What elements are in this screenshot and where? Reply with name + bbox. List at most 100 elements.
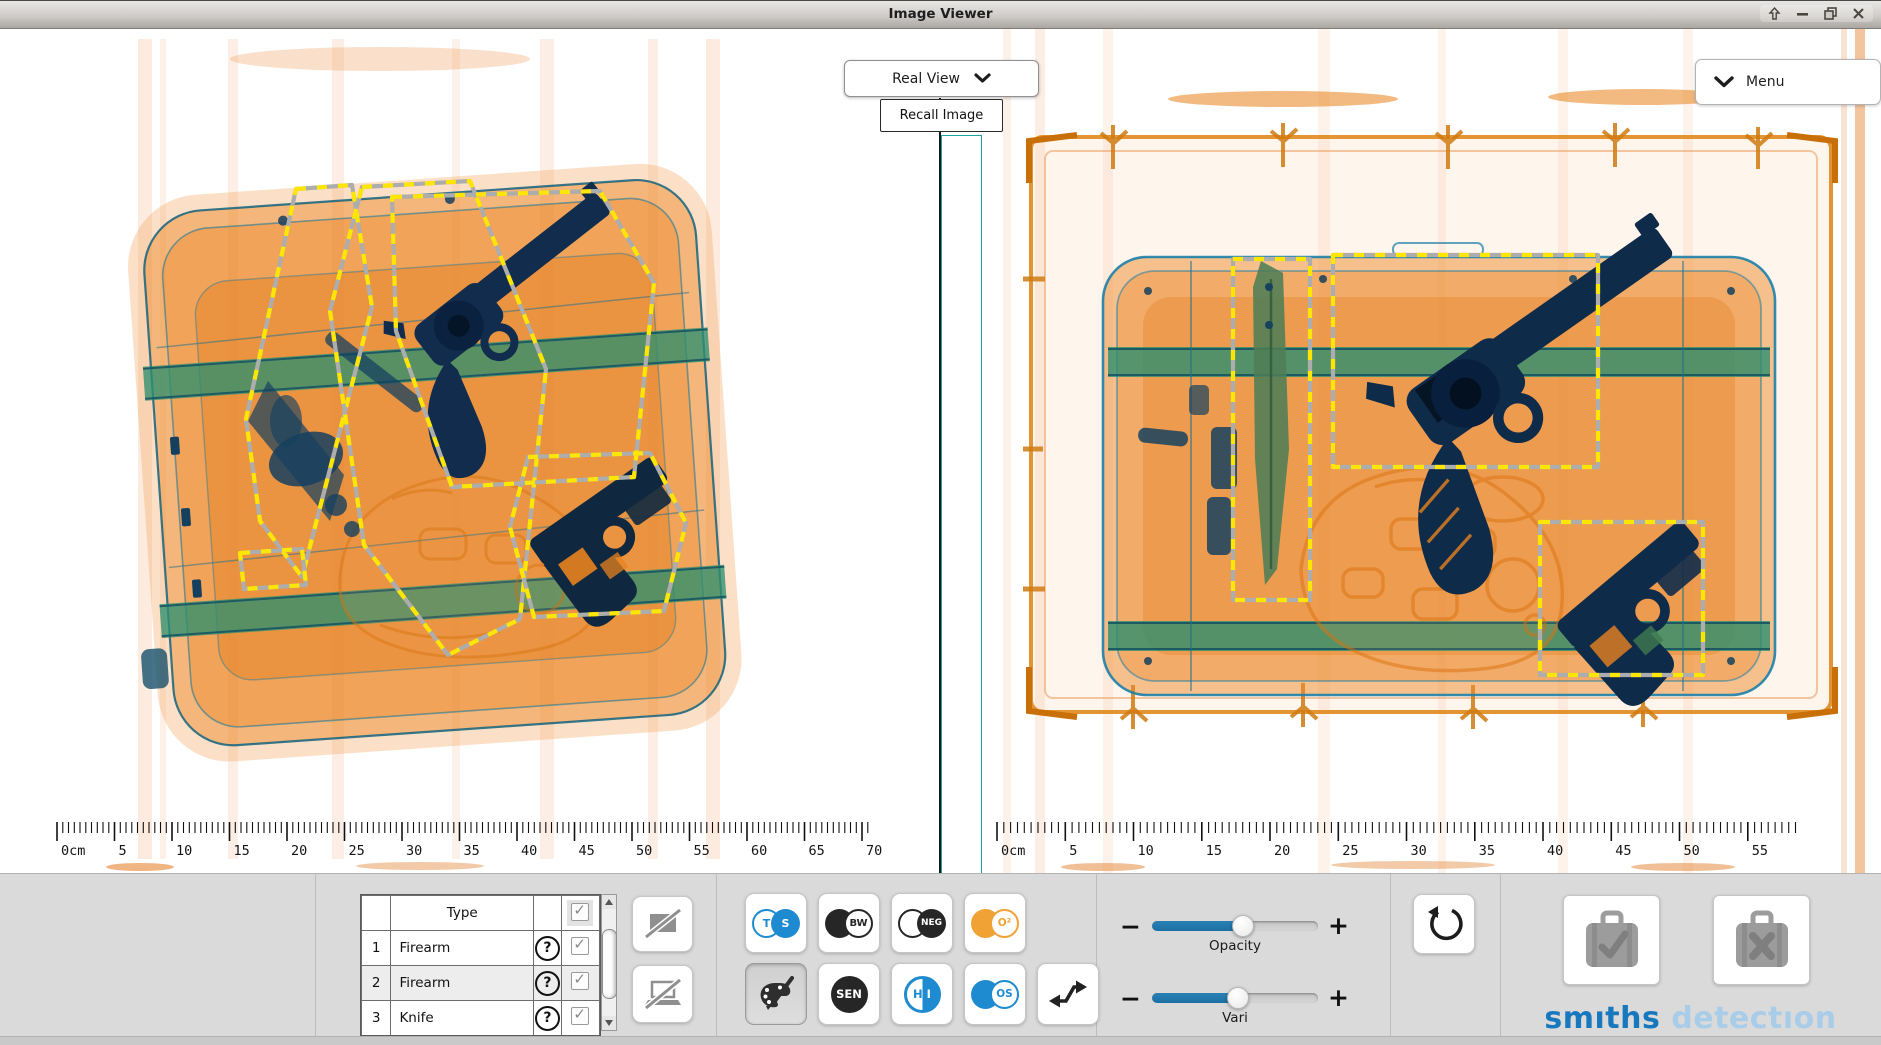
row-number: 2 (362, 966, 391, 1001)
header-index (362, 896, 391, 931)
svg-text:50: 50 (1684, 843, 1700, 859)
svg-text:30: 30 (406, 843, 422, 859)
detection-row[interactable]: 3 Knife ? ✓ (362, 1001, 600, 1036)
hi-icon: H I (904, 976, 941, 1013)
left-xray-image[interactable]: 0cm510152025303540455055606570 (0, 29, 939, 873)
opacity-slider-label: Opacity (1152, 938, 1318, 954)
chevron-down-icon (1714, 76, 1734, 88)
right-ruler: 0cm510152025303540455055 (997, 822, 1796, 859)
palette-filter-button[interactable] (745, 963, 807, 1025)
svg-text:60: 60 (751, 843, 767, 859)
menu-button[interactable]: Menu (1695, 59, 1881, 105)
left-ruler: 0cm510152025303540455055606570 (57, 822, 882, 859)
palette-icon (755, 975, 797, 1013)
suitcase-x-icon (1729, 910, 1795, 970)
scroll-down-button[interactable] (602, 1016, 616, 1030)
sen-filter-button[interactable]: SEN (818, 963, 880, 1025)
opacity-increase-button[interactable]: + (1328, 916, 1349, 936)
negative-filter-button[interactable]: NEG (891, 893, 953, 953)
svg-text:35: 35 (1479, 843, 1495, 859)
section-divider (1390, 874, 1391, 1036)
svg-text:45: 45 (579, 843, 595, 859)
section-divider (716, 874, 717, 1036)
svg-text:65: 65 (809, 843, 825, 859)
opacity-slider-track[interactable] (1152, 921, 1318, 931)
brand-secondary: detectıon (1671, 1001, 1836, 1036)
window-title: Image Viewer (0, 1, 1881, 28)
svg-text:35: 35 (464, 843, 480, 859)
svg-text:10: 10 (1138, 843, 1154, 859)
vari-increase-button[interactable]: + (1328, 988, 1349, 1008)
smiths-detection-logo: smıths detectıon (1500, 1001, 1881, 1036)
svg-text:15: 15 (234, 843, 250, 859)
check-cell: ✓ (561, 966, 599, 1001)
threat-type: Firearm (391, 966, 534, 1001)
vari-slider-track[interactable] (1152, 993, 1318, 1003)
curve-icon (1047, 978, 1089, 1010)
close-icon[interactable] (1852, 7, 1865, 20)
right-xray-image[interactable]: 0cm510152025303540455055 (983, 29, 1881, 873)
recall-slot-highlight (941, 135, 982, 900)
opacity-slider-knob[interactable] (1232, 915, 1254, 937)
threat-table: Type ✓ 1 Firearm ? ✓ 2 Firearm ? ✓ 3 Kni… (360, 894, 601, 1036)
svg-text:40: 40 (521, 843, 537, 859)
section-divider (315, 874, 316, 1036)
transfer-curve-button[interactable] (1037, 963, 1099, 1025)
row-checkbox[interactable]: ✓ (571, 1007, 589, 1025)
pin-window-icon[interactable] (1768, 7, 1781, 20)
threat-table-header: Type ✓ (362, 896, 600, 931)
row-checkbox[interactable]: ✓ (571, 937, 589, 955)
svg-text:25: 25 (349, 843, 365, 859)
row-checkbox[interactable]: ✓ (571, 972, 589, 990)
view-selector-label: Real View (892, 71, 960, 87)
detection-row[interactable]: 2 Firearm ? ✓ (362, 966, 600, 1001)
recall-image-label: Recall Image (900, 108, 984, 123)
bw-filter-button[interactable]: BW (818, 893, 880, 953)
view-selector-dropdown[interactable]: Real View (844, 60, 1039, 97)
header-type: Type (391, 896, 534, 931)
threat-type: Firearm (391, 931, 534, 966)
svg-text:70: 70 (866, 843, 882, 859)
question-icon[interactable]: ? (535, 936, 560, 961)
display-off-icon (645, 909, 681, 939)
recall-image-button[interactable]: Recall Image (880, 99, 1003, 132)
svg-text:5: 5 (119, 843, 127, 859)
svg-text:0cm: 0cm (1001, 843, 1025, 859)
check-cell: ✓ (561, 1001, 599, 1036)
hide-laptop-view-button[interactable] (632, 965, 693, 1023)
reset-view-button[interactable] (1413, 894, 1475, 954)
restore-icon[interactable] (1824, 7, 1837, 20)
os-filter-button[interactable]: OS (964, 963, 1026, 1025)
question-icon[interactable]: ? (535, 1006, 560, 1031)
hide-image-button[interactable] (632, 896, 693, 952)
window-controls (1760, 5, 1873, 22)
table-scrollbar[interactable] (601, 894, 617, 1031)
detection-row[interactable]: 1 Firearm ? ✓ (362, 931, 600, 966)
ts-filter-button[interactable]: T S (745, 893, 807, 953)
slider-section: − + Opacity − + Vari (1108, 894, 1378, 1034)
scrollbar-thumb[interactable] (602, 929, 617, 999)
image-viewer-window: Image Viewer (0, 0, 1881, 1045)
opacity-decrease-button[interactable]: − (1120, 917, 1141, 937)
accept-bag-button[interactable] (1563, 895, 1660, 985)
minimize-icon[interactable] (1796, 7, 1809, 20)
threat-type: Knife (391, 1001, 534, 1036)
svg-text:30: 30 (1411, 843, 1427, 859)
brand-primary: smıths (1544, 1001, 1660, 1036)
svg-text:10: 10 (176, 843, 192, 859)
select-all-checkbox[interactable]: ✓ (571, 903, 589, 921)
row-number: 3 (362, 1001, 391, 1036)
hi-filter-button[interactable]: H I (891, 963, 953, 1025)
scroll-up-button[interactable] (602, 895, 616, 909)
vari-slider-knob[interactable] (1227, 987, 1249, 1009)
laptop-off-icon (644, 979, 682, 1009)
row-number: 1 (362, 931, 391, 966)
question-icon[interactable]: ? (535, 971, 560, 996)
vari-decrease-button[interactable]: − (1120, 989, 1141, 1009)
o2-filter-button[interactable]: O² (964, 893, 1026, 953)
reject-bag-button[interactable] (1713, 895, 1810, 985)
svg-text:0cm: 0cm (61, 843, 85, 859)
svg-text:25: 25 (1342, 843, 1358, 859)
help-cell: ? (534, 966, 562, 1001)
vari-slider-label: Vari (1152, 1010, 1318, 1026)
